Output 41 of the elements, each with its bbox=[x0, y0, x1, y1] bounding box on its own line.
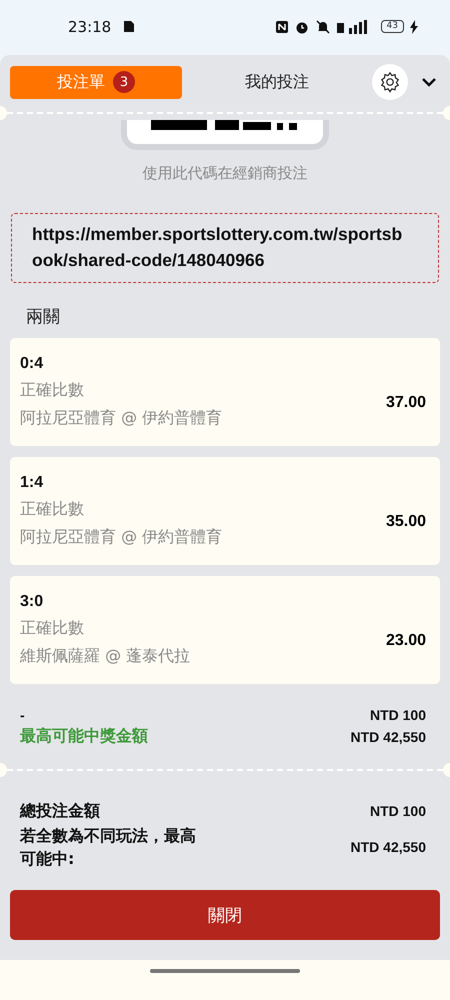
total-amount: NTD 42,550 bbox=[350, 839, 426, 855]
settings-button[interactable] bbox=[372, 64, 408, 100]
market-name: 正確比數 bbox=[20, 618, 85, 639]
close-button[interactable]: 關閉 bbox=[10, 890, 440, 940]
status-time: 23:18 bbox=[68, 18, 112, 36]
stake-label: - bbox=[20, 707, 25, 723]
max-payout-label: 最高可能中獎金額 bbox=[20, 726, 148, 747]
odds-value: 35.00 bbox=[386, 513, 426, 531]
battery-indicator: 43 bbox=[380, 20, 404, 33]
max-payout-amount: NTD 42,550 bbox=[350, 728, 426, 744]
bet-type-label: 兩關 bbox=[26, 306, 61, 328]
total-label: 總投注金額 bbox=[20, 800, 101, 822]
selection-pick: 1:4 bbox=[20, 474, 44, 492]
odds-value: 23.00 bbox=[386, 632, 426, 650]
nfc-icon bbox=[274, 20, 289, 34]
odds-value: 37.00 bbox=[386, 394, 426, 412]
share-caption: 使用此代碼在經銷商投注 bbox=[142, 164, 308, 183]
share-link[interactable]: https://member.sportslottery.com.tw/sportsbook/shared-code/148040966 bbox=[11, 213, 439, 283]
selection-pick: 0:4 bbox=[20, 355, 44, 373]
tab[interactable]: 我的投注 bbox=[202, 66, 352, 98]
notification-icon bbox=[123, 20, 136, 33]
mute-icon bbox=[314, 20, 331, 34]
market-name: 正確比數 bbox=[20, 499, 85, 520]
ticket-notch bbox=[443, 763, 450, 777]
alarm-icon bbox=[294, 20, 309, 34]
market-name: 正確比數 bbox=[20, 380, 85, 401]
gear-icon bbox=[379, 71, 401, 93]
total-amount: NTD 100 bbox=[370, 802, 426, 818]
charging-icon bbox=[410, 20, 418, 34]
match-name: 阿拉尼亞體育 @ 伊約普體育 bbox=[20, 408, 224, 429]
ticket-notch bbox=[0, 106, 7, 120]
ticket-notch bbox=[0, 763, 7, 777]
total-label: 若全數為不同玩法，最高可能中: bbox=[20, 825, 197, 870]
match-name: 維斯佩薩羅 @ 蓬泰代拉 bbox=[20, 646, 192, 667]
chevron-down-icon[interactable] bbox=[422, 77, 436, 87]
stake-amount: NTD 100 bbox=[370, 707, 426, 723]
match-name: 阿拉尼亞體育 @ 伊約普體育 bbox=[20, 527, 224, 548]
count-badge: 3 bbox=[113, 71, 135, 93]
ticket-notch bbox=[443, 106, 450, 120]
selection-pick: 3:0 bbox=[20, 593, 44, 611]
tab[interactable]: 投注單 3 bbox=[10, 66, 182, 98]
